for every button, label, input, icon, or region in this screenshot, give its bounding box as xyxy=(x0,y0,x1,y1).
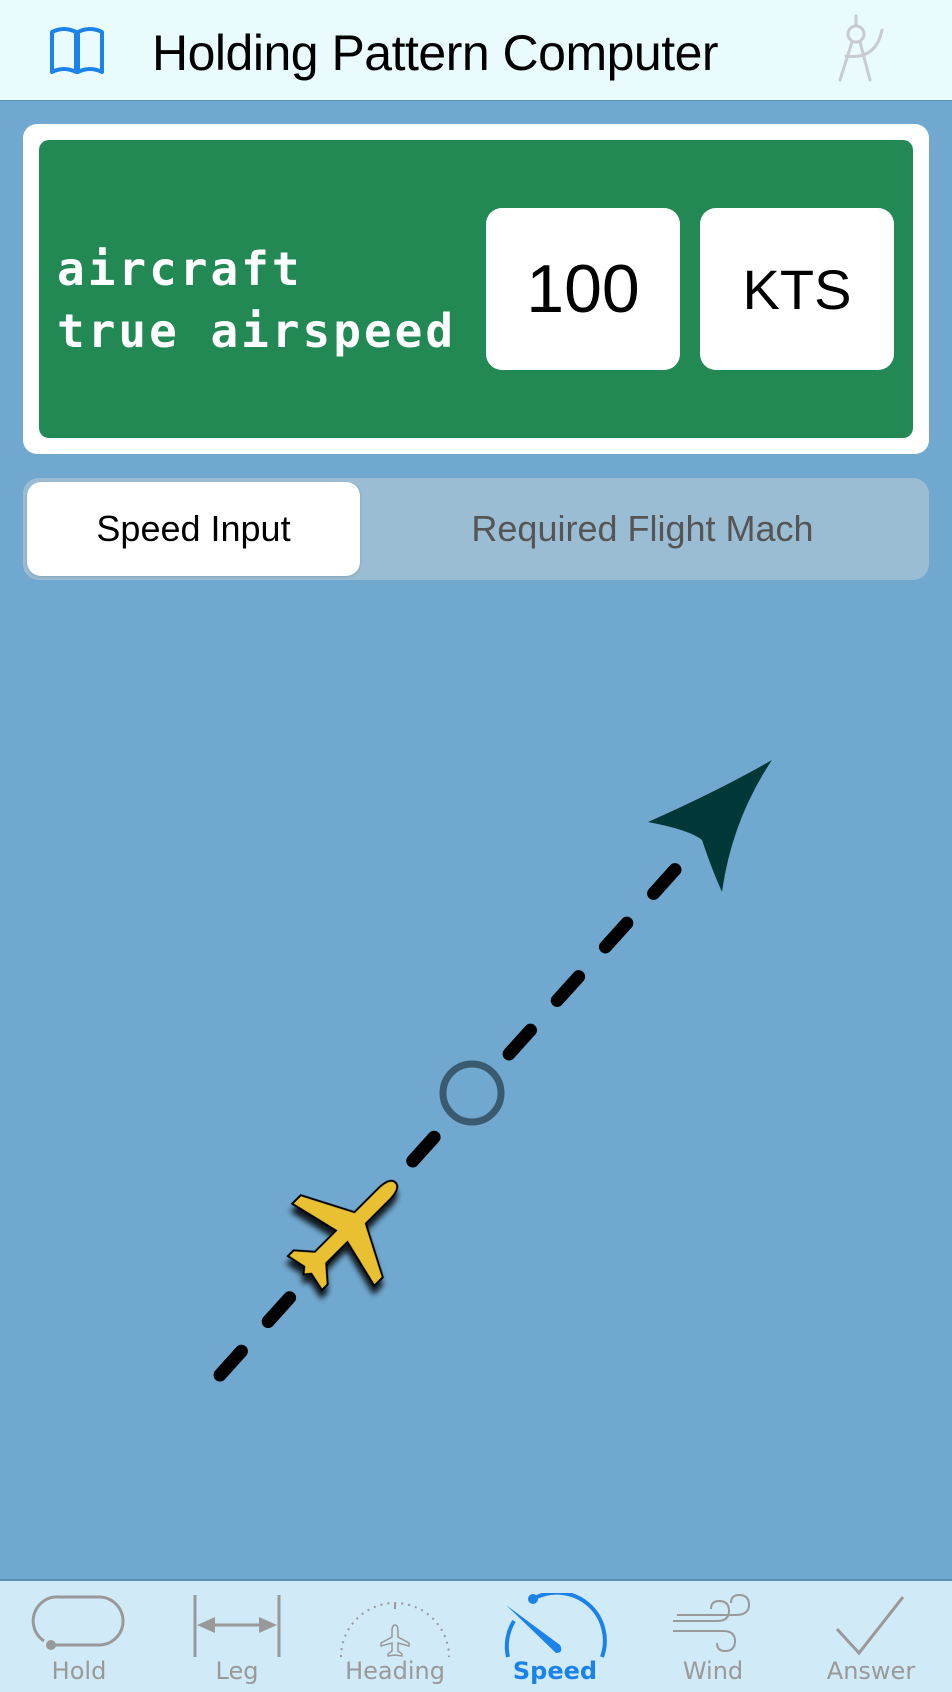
speed-input-card: aircraft true airspeed 100 KTS xyxy=(39,140,913,438)
unit-selector-button[interactable]: KTS xyxy=(700,208,894,370)
speed-input-panel: aircraft true airspeed 100 KTS xyxy=(23,124,929,454)
tab-label: Hold xyxy=(51,1657,107,1685)
tab-heading[interactable]: Heading xyxy=(316,1581,474,1692)
segment-speed-input[interactable]: Speed Input xyxy=(27,482,360,576)
airspeed-value-field[interactable]: 100 xyxy=(486,208,680,370)
checkmark-icon xyxy=(835,1596,905,1656)
hold-icon xyxy=(31,1595,125,1650)
heading-dial-icon xyxy=(340,1602,450,1658)
navigation-bar: Holding Pattern Computer xyxy=(0,0,952,101)
speed-diagram xyxy=(213,760,772,1382)
tab-label: Wind xyxy=(682,1657,744,1685)
tab-hold[interactable]: Hold xyxy=(0,1581,158,1692)
speedometer-icon xyxy=(504,1593,607,1658)
tab-label: Leg xyxy=(215,1657,259,1685)
label-line-2: true airspeed xyxy=(57,304,457,358)
tab-answer[interactable]: Answer xyxy=(792,1581,950,1692)
fix-circle-icon[interactable] xyxy=(439,1060,505,1126)
compass-icon[interactable] xyxy=(832,14,892,84)
label-line-1: aircraft xyxy=(57,242,303,296)
tab-label: Heading xyxy=(345,1657,445,1685)
book-icon[interactable] xyxy=(48,26,106,76)
mode-segmented-control: Speed Input Required Flight Mach xyxy=(23,478,929,580)
field-label: aircraft true airspeed xyxy=(57,238,456,362)
tab-label: Speed xyxy=(512,1657,598,1685)
tab-bar: Hold Leg Heading Speed Wind Answer xyxy=(0,1579,952,1692)
tab-leg[interactable]: Leg xyxy=(158,1581,316,1692)
leg-icon xyxy=(193,1595,281,1657)
airplane-icon[interactable] xyxy=(263,1141,437,1315)
tab-speed[interactable]: Speed xyxy=(476,1581,634,1692)
tab-label: Answer xyxy=(826,1657,916,1685)
page-title: Holding Pattern Computer xyxy=(152,25,719,81)
segment-required-flight-mach[interactable]: Required Flight Mach xyxy=(360,482,925,576)
wind-icon xyxy=(673,1593,751,1653)
tab-wind[interactable]: Wind xyxy=(634,1581,792,1692)
